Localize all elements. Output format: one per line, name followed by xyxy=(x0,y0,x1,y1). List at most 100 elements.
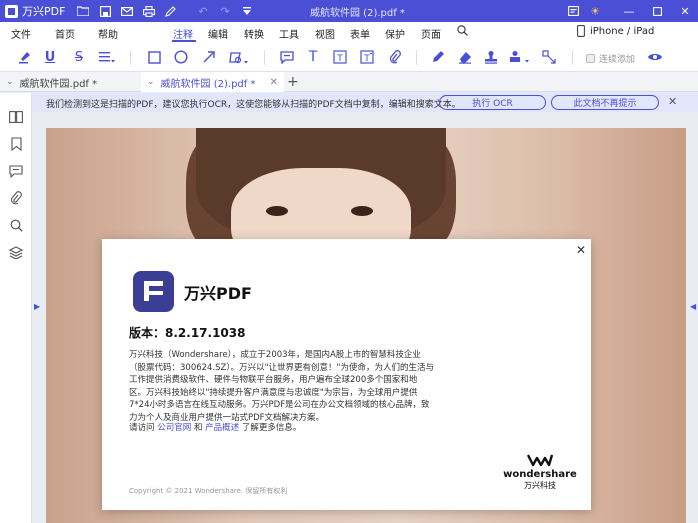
text-callout-icon[interactable]: T xyxy=(358,48,376,66)
copyright-text: Copyright © 2021 Wondershare. 保留所有权利 xyxy=(129,487,288,495)
maximize-button[interactable] xyxy=(644,0,670,22)
toolbar-separator xyxy=(130,50,131,65)
arrow-icon[interactable] xyxy=(200,48,218,66)
brand-chinese: 万兴科技 xyxy=(524,481,556,490)
visit-prefix: 请访问 xyxy=(129,423,155,433)
edit-icon[interactable] xyxy=(162,2,180,20)
wondershare-logo: wondershare 万兴科技 xyxy=(503,453,577,491)
app-name: 万兴PDF xyxy=(22,5,66,18)
signature-dropdown-icon[interactable] xyxy=(508,48,532,66)
search-icon[interactable] xyxy=(8,217,24,233)
expand-right-panel-arrow-icon[interactable]: ◀ xyxy=(690,302,696,311)
wondershare-mark-icon xyxy=(526,453,554,467)
menu-file[interactable]: 文件 xyxy=(11,26,31,41)
dont-remind-button[interactable]: 此文档不再提示 xyxy=(551,95,659,110)
about-dialog: ✕ 万兴PDF 版本：8.2.17.1038 万兴科技（Wondershare）… xyxy=(102,239,591,510)
quick-access-dropdown-icon[interactable] xyxy=(238,2,256,20)
company-description: 万兴科技（Wondershare），成立于2003年，是国内A股上市的智慧科技企… xyxy=(129,350,434,423)
svg-text:T: T xyxy=(336,54,343,64)
close-ocr-bar-icon[interactable]: ✕ xyxy=(668,95,677,108)
app-logo-icon xyxy=(5,4,18,18)
print-icon[interactable] xyxy=(140,2,158,20)
menu-edit[interactable]: 编辑 xyxy=(208,26,228,41)
document-title: 威航软件园 (2).pdf * xyxy=(310,8,405,19)
squiggly-icon[interactable] xyxy=(98,48,116,66)
sticky-note-icon[interactable] xyxy=(278,48,296,66)
continuous-add-label: 连续添加 xyxy=(599,55,636,65)
strikethrough-icon[interactable]: S xyxy=(70,48,88,66)
visit-suffix: 了解更多信息。 xyxy=(241,423,302,433)
left-sidebar xyxy=(0,93,32,523)
menu-protect[interactable]: 保护 xyxy=(385,26,405,41)
search-icon[interactable] xyxy=(457,25,468,39)
text-box-icon[interactable]: T xyxy=(331,48,349,66)
menu-home[interactable]: 首页 xyxy=(55,26,75,41)
menu-convert[interactable]: 转换 xyxy=(244,26,264,41)
comments-icon[interactable] xyxy=(8,163,24,179)
new-tab-button[interactable]: + xyxy=(287,72,299,92)
app-title: 万兴PDF xyxy=(5,3,65,19)
product-name: 万兴PDF xyxy=(184,284,252,303)
ocr-message: 我们检测到这是扫描的PDF，建议您执行OCR，这使您能够从扫描的PDF文档中复制… xyxy=(46,100,461,110)
shape-dropdown-icon[interactable] xyxy=(228,48,250,66)
close-dialog-icon[interactable]: ✕ xyxy=(576,243,586,257)
bookmark-icon[interactable] xyxy=(8,136,24,152)
photo-detail xyxy=(351,206,373,216)
visit-and: 和 xyxy=(193,423,203,433)
svg-text:T: T xyxy=(363,54,370,64)
chevron-down-icon[interactable]: ⌄ xyxy=(6,77,14,87)
menu-bar: 文件 首页 帮助 注释 编辑 转换 工具 视图 表单 保护 页面 iPhone … xyxy=(0,22,698,42)
title-bar: 万兴PDF ↶ ↷ 威航软件园 (2).pdf * ☀ — ✕ xyxy=(0,0,698,22)
tab-document-2[interactable]: ⌄ 威航软件园 (2).pdf * ✕ xyxy=(141,72,284,92)
perform-ocr-button[interactable]: 执行 OCR xyxy=(439,95,546,110)
toolbar-separator xyxy=(416,50,417,65)
folder-icon[interactable] xyxy=(74,2,92,20)
close-tab-icon[interactable]: ✕ xyxy=(270,77,278,88)
product-logo-icon xyxy=(133,271,174,312)
eraser-icon[interactable] xyxy=(456,48,474,66)
brand-english: wondershare xyxy=(503,469,577,480)
attachment-icon[interactable] xyxy=(8,190,24,206)
document-tab-bar: ⌄ 威航软件园.pdf * ⌄ 威航软件园 (2).pdf * ✕ + xyxy=(0,72,698,92)
visit-line: 请访问 公司官网 和 产品概述 了解更多信息。 xyxy=(129,421,301,433)
menu-page[interactable]: 页面 xyxy=(421,26,441,41)
theme-sun-icon[interactable]: ☀ xyxy=(582,0,608,22)
menu-tools[interactable]: 工具 xyxy=(279,26,299,41)
menu-view[interactable]: 视图 xyxy=(315,26,335,41)
ocr-notification-bar: 我们检测到这是扫描的PDF，建议您执行OCR，这使您能够从扫描的PDF文档中复制… xyxy=(32,93,698,112)
annotation-toolbar: U S T T T 连续添加 xyxy=(0,42,698,72)
oval-icon[interactable] xyxy=(172,48,190,66)
tab-label: 威航软件园.pdf * xyxy=(19,78,98,90)
pencil-icon[interactable] xyxy=(429,48,447,66)
tab-document-1[interactable]: ⌄ 威航软件园.pdf * xyxy=(0,72,140,92)
underline-icon[interactable]: U xyxy=(41,48,59,66)
product-overview-link[interactable]: 产品概述 xyxy=(205,423,239,433)
menu-help[interactable]: 帮助 xyxy=(98,26,118,41)
expand-sidebar-arrow-icon[interactable]: ▶ xyxy=(34,302,40,311)
rectangle-icon[interactable] xyxy=(145,48,163,66)
menu-comment[interactable]: 注释 xyxy=(173,26,193,41)
mail-icon[interactable] xyxy=(118,2,136,20)
phone-icon xyxy=(577,25,585,40)
measure-icon[interactable] xyxy=(540,48,558,66)
eye-icon[interactable] xyxy=(646,48,664,66)
version-label: 版本：8.2.17.1038 xyxy=(129,326,246,340)
layers-icon[interactable] xyxy=(8,244,24,260)
thumbnails-icon[interactable] xyxy=(8,109,24,125)
minimize-button[interactable]: — xyxy=(616,0,642,22)
menu-form[interactable]: 表单 xyxy=(350,26,370,41)
stamp-icon[interactable] xyxy=(482,48,500,66)
text-icon[interactable]: T xyxy=(304,48,322,66)
device-transfer-label[interactable]: iPhone / iPad xyxy=(590,26,654,37)
chevron-down-icon[interactable]: ⌄ xyxy=(147,77,155,87)
continuous-add-checkbox[interactable] xyxy=(586,54,595,63)
save-icon[interactable] xyxy=(96,2,114,20)
redo-icon[interactable]: ↷ xyxy=(216,2,234,20)
highlight-icon[interactable] xyxy=(16,48,34,66)
toolbar-separator xyxy=(572,50,573,65)
close-window-button[interactable]: ✕ xyxy=(672,0,698,22)
undo-icon[interactable]: ↶ xyxy=(194,2,212,20)
company-site-link[interactable]: 公司官网 xyxy=(157,423,191,433)
attachment-icon[interactable] xyxy=(386,48,404,66)
continuous-add-toggle[interactable]: 连续添加 xyxy=(586,52,635,65)
